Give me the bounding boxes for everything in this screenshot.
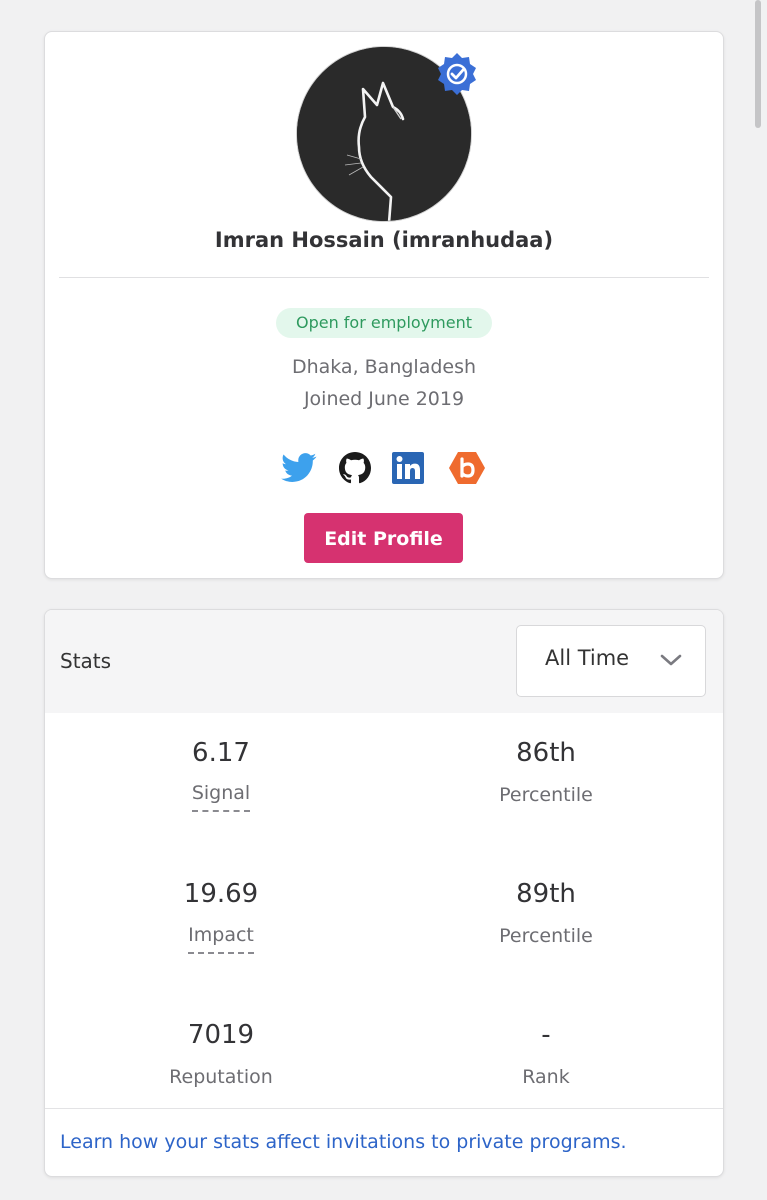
reputation-value: 7019 [187, 1020, 255, 1050]
stats-card: Stats All Time 6.17 Signal 86th Percenti… [44, 609, 724, 1177]
linkedin-icon[interactable] [389, 448, 429, 488]
stats-title: Stats [60, 649, 112, 673]
reputation-label: Reputation [169, 1066, 273, 1088]
signal-percentile-value: 86th [516, 738, 576, 768]
timeframe-value: All Time [545, 646, 630, 670]
signal-value: 6.17 [192, 738, 250, 768]
impact-value: 19.69 [183, 879, 259, 909]
divider [45, 1108, 723, 1109]
edit-profile-button[interactable]: Edit Profile [304, 513, 463, 563]
signal-label[interactable]: Signal [61, 782, 381, 812]
social-links [279, 448, 489, 488]
learn-stats-link[interactable]: Learn how your stats affect invitations … [60, 1131, 627, 1153]
impact-percentile-value: 89th [516, 879, 576, 909]
signal-percentile-label: Percentile [499, 784, 593, 806]
joined-date-text: Joined June 2019 [303, 388, 465, 410]
timeframe-select[interactable]: All Time [516, 625, 706, 697]
stats-header: Stats All Time [45, 610, 723, 713]
rank-value: - [541, 1020, 551, 1050]
divider [59, 277, 709, 278]
bugcrowd-icon[interactable] [447, 448, 487, 488]
profile-card: Imran Hossain (imranhudaa) Open for empl… [44, 31, 724, 579]
rank-label: Rank [522, 1066, 570, 1088]
page-scrollbar[interactable] [755, 0, 761, 128]
employment-status-badge: Open for employment [276, 308, 492, 338]
github-icon[interactable] [335, 448, 375, 488]
impact-label[interactable]: Impact [61, 924, 381, 954]
location-text: Dhaka, Bangladesh [291, 356, 477, 378]
twitter-icon[interactable] [279, 448, 319, 488]
chevron-down-icon [660, 654, 682, 666]
verified-badge-icon [435, 51, 479, 95]
profile-name: Imran Hossain (imranhudaa) [214, 228, 554, 252]
impact-percentile-label: Percentile [499, 925, 593, 947]
